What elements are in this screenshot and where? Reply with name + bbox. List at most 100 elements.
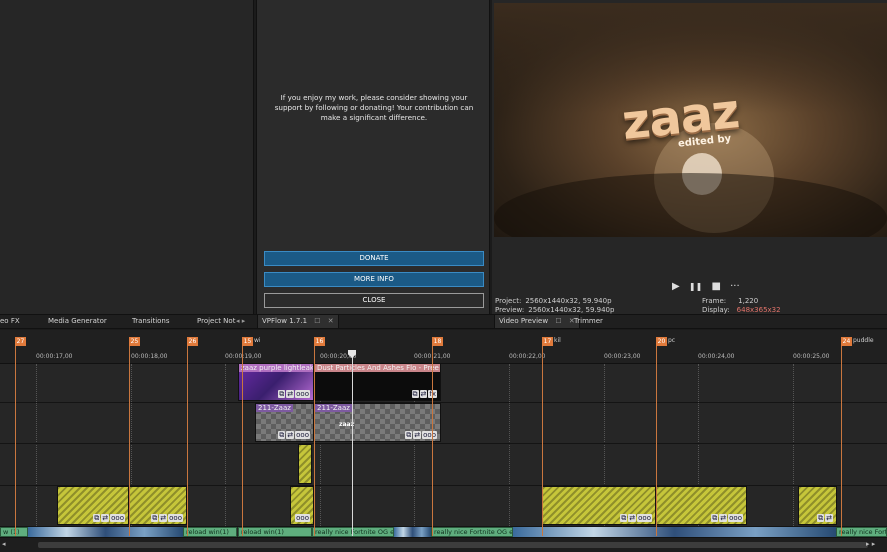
tab-project-notes[interactable]: Project Not [197, 317, 235, 325]
marker-line [242, 346, 243, 536]
clip-lightleak[interactable]: zaaz purple lightleak usa ⧉⇄ooo [238, 363, 314, 401]
more-icon[interactable]: ooo [295, 431, 310, 439]
clip-fx-icons: ⧉ ⇄ ooo [619, 514, 652, 522]
audio-clip[interactable]: reload win(1) [238, 527, 312, 537]
crop-icon[interactable]: ⧉ [620, 514, 628, 522]
tab-video-preview[interactable]: Video Preview ☐ ✕ [494, 315, 580, 328]
tab-video-fx[interactable]: eo FX [0, 317, 20, 325]
more-icon[interactable]: ooo [295, 514, 310, 522]
marker-flag[interactable]: 16 [314, 337, 325, 346]
audio-clip-label: reload win(1) [186, 528, 229, 536]
marker-flag[interactable]: 15 [242, 337, 253, 346]
clip-fx-icons: ⧉ ⇄ ooo [92, 514, 125, 522]
clip-empty-event[interactable]: ⧉ ⇄ ooo [57, 486, 129, 525]
audio-clip[interactable]: w (1) [0, 527, 28, 537]
more-icon[interactable]: ooo [422, 431, 437, 439]
more-icon[interactable]: ooo [637, 514, 652, 522]
marker-label: puddle [853, 337, 874, 344]
crop-icon[interactable]: ⧉ [278, 390, 286, 398]
clip-fx-icons: ⧉ ⇄ ooo [277, 431, 310, 439]
more-icon[interactable]: ooo [728, 514, 743, 522]
scroll-left-icon[interactable]: ◂ [2, 540, 6, 548]
clip-zaaz-a[interactable]: 211-Zaaz ⧉ ⇄ ooo [255, 403, 314, 442]
crop-icon[interactable]: ⧉ [411, 390, 419, 398]
timeline-scrollbar[interactable]: ◂ ▸ ▸ [0, 537, 887, 552]
track-separator [0, 402, 887, 403]
clip-dust-particles[interactable]: Dust Particles And Ashes Flo - Pree ⧉⇄fx [314, 363, 441, 401]
pan-icon[interactable]: ⇄ [628, 514, 637, 522]
marker-flag[interactable]: 18 [432, 337, 443, 346]
marker-flag[interactable]: 27 [15, 337, 26, 346]
tick-label: 00:00:22,00 [509, 353, 546, 360]
pause-icon[interactable]: ❚❚ [689, 282, 702, 291]
pan-icon[interactable]: ⇄ [419, 390, 428, 398]
pan-icon[interactable]: ⇄ [825, 514, 833, 522]
pan-icon[interactable]: ⇄ [159, 514, 168, 522]
clip-empty-event[interactable]: ⧉ ⇄ ooo [542, 486, 656, 525]
close-tab-icon[interactable]: ✕ [328, 317, 334, 325]
pan-icon[interactable]: ⇄ [286, 390, 295, 398]
tab-scroll-arrows[interactable]: ◂ ▸ [236, 317, 245, 325]
dock-icon[interactable]: ☐ [314, 317, 320, 325]
more-icon[interactable]: ooo [295, 390, 310, 398]
clip-empty-event[interactable]: ⧉ ⇄ ooo [129, 486, 187, 525]
clip-fx-icons: ⧉ ⇄ ooo [277, 390, 310, 398]
audio-clip[interactable]: really nice Fortnite OG ec [312, 527, 394, 537]
frame-label: Frame: [702, 297, 727, 305]
more-icon[interactable]: ooo [110, 514, 125, 522]
close-button[interactable]: CLOSE [264, 293, 484, 308]
timeline[interactable]: 00:00:17,00 00:00:18,00 00:00:19,00 00:0… [0, 330, 887, 552]
tab-transitions[interactable]: Transitions [132, 317, 170, 325]
audio-clip[interactable]: really nice Fortnite OG [836, 527, 887, 537]
marker-flag[interactable]: 17 [542, 337, 553, 346]
crop-icon[interactable]: ⧉ [817, 514, 825, 522]
video-thumbnail-strip[interactable] [513, 527, 836, 537]
crop-icon[interactable]: ⧉ [405, 431, 413, 439]
audio-clip[interactable]: really nice Fortnite OG ec [431, 527, 513, 537]
clip-title-text: Dust Particles And Ashes Flo [317, 364, 417, 372]
clip-zaaz-b[interactable]: 211-Zaaz zaaz ⧉ ⇄ ooo [314, 403, 441, 442]
pan-icon[interactable]: ⇄ [719, 514, 728, 522]
pan-icon[interactable]: ⇄ [101, 514, 110, 522]
donate-button[interactable]: DONATE [264, 251, 484, 266]
scroll-right-icon[interactable]: ▸ ▸ [866, 540, 875, 548]
pan-icon[interactable]: ⇄ [286, 431, 295, 439]
clip-fx-icons: ooo [294, 514, 310, 522]
audio-clip[interactable]: reload win(1) [183, 527, 237, 537]
clip-empty-event[interactable]: ooo [290, 486, 314, 525]
clip-empty-event[interactable] [298, 444, 312, 484]
marker-flag[interactable]: 24 [841, 337, 852, 346]
marker-flag[interactable]: 20 [656, 337, 667, 346]
display-label: Display: [702, 306, 730, 314]
clip-fx-icons: ⧉ ⇄ ooo [710, 514, 743, 522]
scroll-thumb[interactable] [38, 542, 868, 548]
more-icon[interactable]: ooo [168, 514, 183, 522]
marker-line [314, 346, 315, 536]
marker-flag[interactable]: 25 [129, 337, 140, 346]
tab-vpflow[interactable]: VPFlow 1.7.1 ☐ ✕ [257, 315, 339, 328]
video-thumbnail-strip[interactable] [28, 527, 183, 537]
clip-empty-event[interactable]: ⧉ ⇄ [798, 486, 837, 525]
tab-video-preview-label: Video Preview [499, 317, 549, 325]
crop-icon[interactable]: ⧉ [278, 431, 286, 439]
explorer-pane [0, 0, 254, 314]
playhead-line[interactable] [352, 350, 353, 536]
video-thumbnail-strip[interactable] [394, 527, 431, 537]
dock-icon[interactable]: ☐ [555, 317, 561, 325]
stop-icon[interactable]: ■ [711, 281, 720, 292]
crop-icon[interactable]: ⧉ [711, 514, 719, 522]
marker-line [656, 346, 657, 536]
more-icon[interactable]: ··· [730, 281, 740, 292]
marker-flag[interactable]: 26 [187, 337, 198, 346]
play-icon[interactable]: ▶ [672, 281, 680, 292]
pan-icon[interactable]: ⇄ [413, 431, 422, 439]
preview-label: Preview: [495, 306, 525, 314]
clip-empty-event[interactable]: ⧉ ⇄ ooo [656, 486, 747, 525]
tab-trimmer[interactable]: Trimmer [574, 317, 603, 325]
crop-icon[interactable]: ⧉ [93, 514, 101, 522]
more-info-button[interactable]: MORE INFO [264, 272, 484, 287]
grid-line [509, 364, 510, 536]
crop-icon[interactable]: ⧉ [151, 514, 159, 522]
tab-media-generator[interactable]: Media Generator [48, 317, 107, 325]
display-value: 648x365x32 [736, 306, 781, 314]
